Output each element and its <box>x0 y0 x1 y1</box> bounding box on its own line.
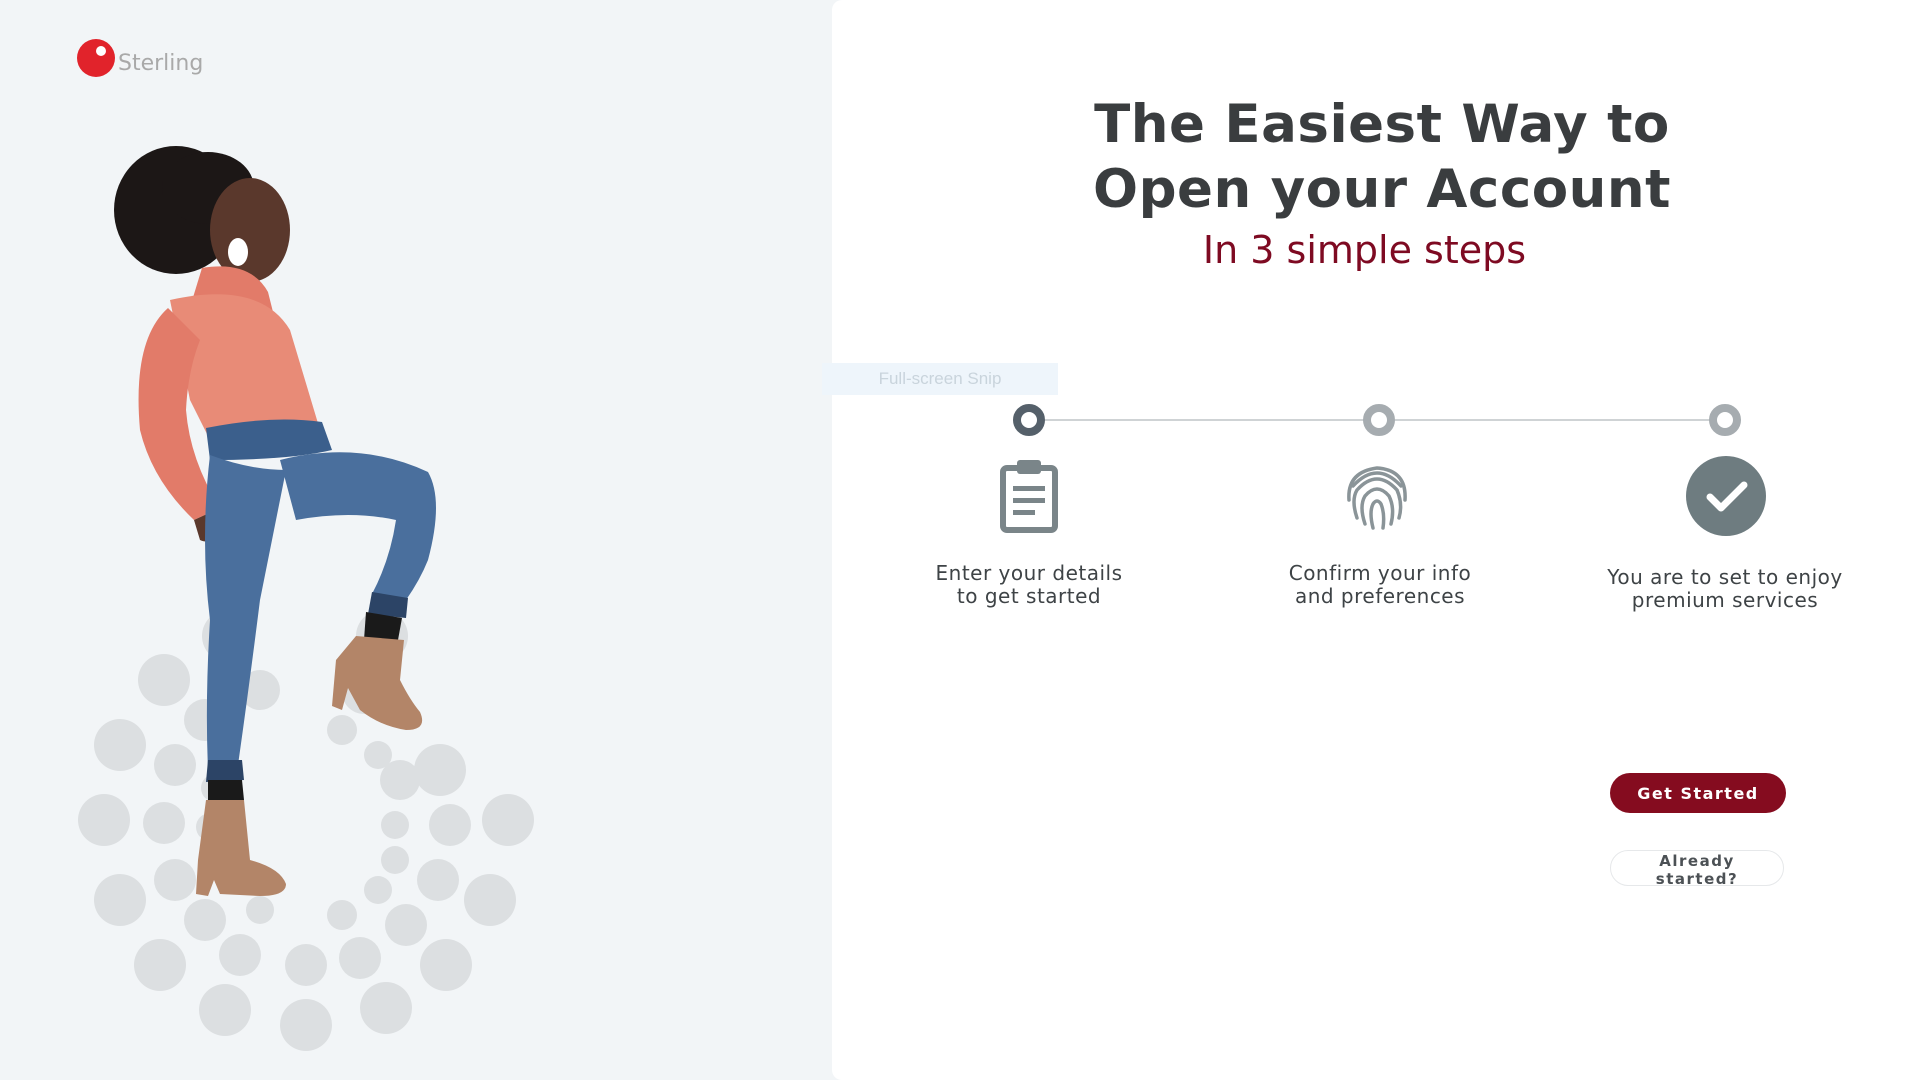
brand-name: Sterling <box>118 50 204 76</box>
page-subtitle: In 3 simple steps <box>1202 228 1527 272</box>
fingerprint-icon <box>1337 456 1417 536</box>
stepper-connector-2 <box>1395 419 1710 421</box>
dancing-person-graphic <box>114 146 436 896</box>
page-title-line2: Open your Account <box>1093 159 1671 220</box>
step-2-indicator <box>1363 404 1395 436</box>
brand-logo[interactable]: Sterling <box>77 38 203 78</box>
step-2-label: Confirm your info and preferences <box>1230 562 1530 608</box>
already-started-button[interactable]: Already started? <box>1610 850 1784 888</box>
step-3-indicator <box>1709 404 1741 436</box>
step-3-label-line1: You are to set to enjoy <box>1607 565 1843 589</box>
stepper-connector-1 <box>1045 419 1365 421</box>
get-started-button[interactable]: Get Started <box>1610 773 1786 813</box>
step-1-label-line1: Enter your details <box>935 561 1123 585</box>
page-title: The Easiest Way to Open your Account <box>832 92 1920 222</box>
snip-tooltip: Full-screen Snip <box>822 363 1058 395</box>
logo-mark-icon <box>77 39 115 77</box>
page-title-line1: The Easiest Way to <box>1094 94 1670 155</box>
step-3-label-line2: premium services <box>1631 588 1819 612</box>
step-2-label-line1: Confirm your info <box>1288 561 1472 585</box>
check-circle-icon <box>1686 456 1766 536</box>
step-1-label-line2: to get started <box>956 584 1102 608</box>
step-1-indicator <box>1013 404 1045 436</box>
person-illustration <box>110 140 550 960</box>
step-2-label-line2: and preferences <box>1294 584 1466 608</box>
step-3-label: You are to set to enjoy premium services <box>1575 566 1875 612</box>
left-panel: Sterling <box>0 0 832 1080</box>
clipboard-icon <box>989 456 1069 536</box>
step-1-label: Enter your details to get started <box>879 562 1179 608</box>
